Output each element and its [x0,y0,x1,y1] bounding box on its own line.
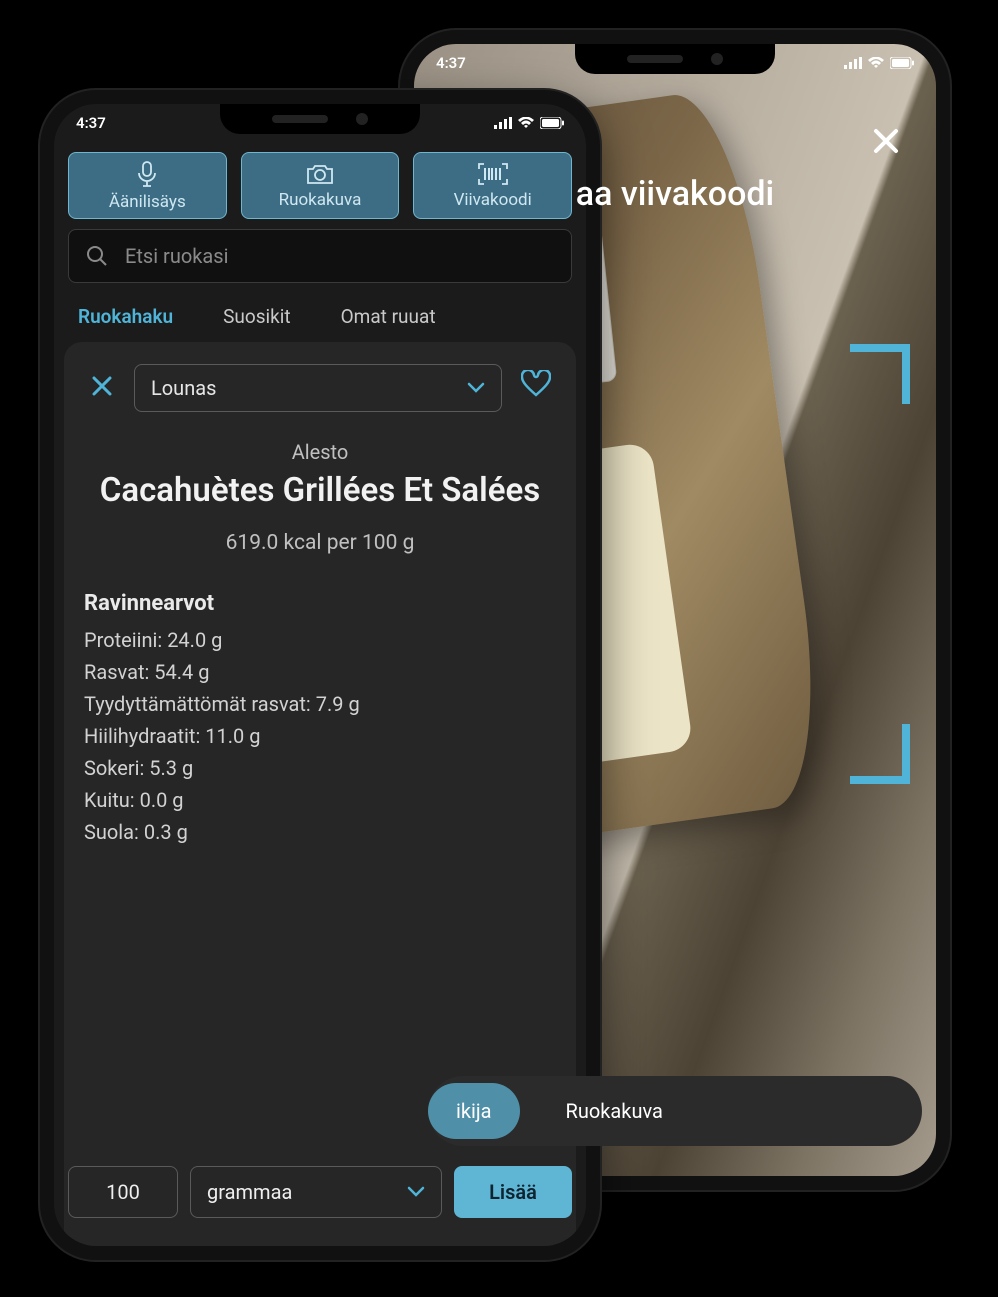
status-indicators [494,117,564,129]
product-name: Cacahuètes Grillées Et Salées [84,470,556,511]
notch [220,104,420,134]
tab-food-search[interactable]: Ruokahaku [78,305,173,328]
close-icon [90,374,114,398]
unit-select[interactable]: grammaa [190,1166,442,1218]
meal-select[interactable]: Lounas [134,364,502,412]
tab-own-foods[interactable]: Omat ruuat [341,305,436,328]
tab-favorites[interactable]: Suosikit [223,305,290,328]
status-time: 4:37 [76,114,106,132]
camera-icon [306,163,334,185]
close-detail-button[interactable] [84,372,120,405]
brand-name: Alesto [84,440,556,464]
search-placeholder: Etsi ruokasi [125,244,228,268]
chevron-down-icon [407,1186,425,1198]
add-button[interactable]: Lisää [454,1166,572,1218]
food-photo-label: Ruokakuva [279,190,362,210]
mode-photo-button[interactable]: Ruokakuva [538,1083,691,1139]
barcode-label: Viivakoodi [454,190,532,210]
nutrition-heading: Ravinnearvot [84,591,556,616]
signal-icon [844,57,862,69]
nutrient-satfat: Tyydyttämättömät rasvat: 7.9 g [84,692,556,716]
voice-add-label: Äänilisäys [109,192,186,212]
signal-icon [494,117,512,129]
battery-icon [540,117,564,129]
notch [575,44,775,74]
add-row: 100 grammaa Lisää [54,1150,586,1234]
quantity-input[interactable]: 100 [68,1166,178,1218]
close-icon [872,127,900,155]
voice-add-button[interactable]: Äänilisäys [68,152,227,219]
chevron-down-icon [467,382,485,394]
close-button[interactable] [864,119,908,163]
search-icon [85,244,109,268]
nutrient-salt: Suola: 0.3 g [84,820,556,844]
barcode-button[interactable]: Viivakoodi [413,152,572,219]
meal-select-value: Lounas [151,376,216,400]
battery-icon [890,57,914,69]
status-time: 4:37 [436,54,466,72]
nutrient-fat: Rasvat: 54.4 g [84,660,556,684]
barcode-icon [478,163,508,185]
nutrient-fiber: Kuitu: 0.0 g [84,788,556,812]
mode-scanner-button[interactable]: ikija [428,1083,520,1139]
wifi-icon [518,117,534,129]
capture-mode-row: Äänilisäys Ruokakuva Viivakoodi [54,142,586,219]
heart-icon [521,370,551,398]
screen-front: 4:37 Äänilisäys Ruokakuva [54,104,586,1246]
nutrient-protein: Proteiini: 24.0 g [84,628,556,652]
scan-frame-corner [850,344,910,404]
food-photo-button[interactable]: Ruokakuva [241,152,400,219]
nutrient-sugar: Sokeri: 5.3 g [84,756,556,780]
status-indicators [844,57,914,69]
scanner-mode-toggle: ikija Ruokakuva [428,1076,922,1146]
scan-frame-corner [850,724,910,784]
microphone-icon [136,161,158,187]
kcal-line: 619.0 kcal per 100 g [84,531,556,555]
wifi-icon [868,57,884,69]
tabs-row: Ruokahaku Suosikit Omat ruuat [54,283,586,338]
unit-select-value: grammaa [207,1180,292,1204]
favorite-button[interactable] [516,370,556,406]
search-input[interactable]: Etsi ruokasi [68,229,572,283]
nutrition-list: Proteiini: 24.0 g Rasvat: 54.4 g Tyydytt… [84,628,556,844]
nutrient-carbs: Hiilihydraatit: 11.0 g [84,724,556,748]
